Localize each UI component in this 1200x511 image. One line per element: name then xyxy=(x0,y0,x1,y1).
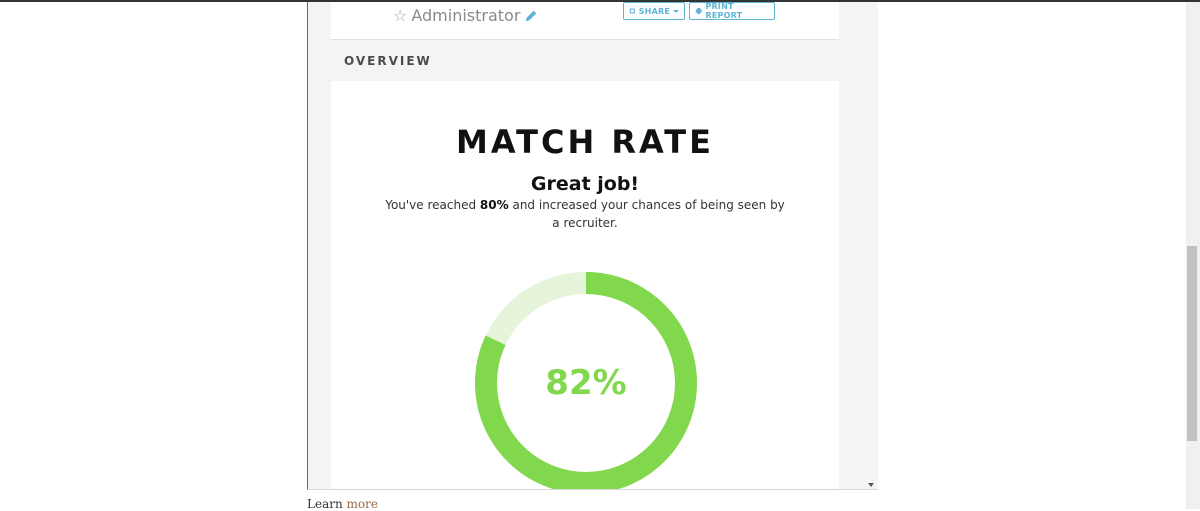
desc-prefix: You've reached xyxy=(385,198,480,212)
desc-bold: 80% xyxy=(479,198,509,212)
star-icon[interactable]: ☆ xyxy=(393,6,407,25)
profile-header: ☆ Administrator SHARE PRINT REPORT xyxy=(331,2,839,40)
overview-heading: OVERVIEW xyxy=(344,54,432,68)
print-report-button[interactable]: PRINT REPORT xyxy=(689,2,775,20)
match-rate-card: MATCH RATE Great job! You've reached 80%… xyxy=(331,81,839,489)
scroll-down-arrow[interactable] xyxy=(868,483,874,487)
share-button[interactable]: SHARE xyxy=(623,2,685,20)
match-rate-gauge: 82% xyxy=(474,271,698,489)
headline: Great job! xyxy=(530,173,640,195)
role-row: ☆ Administrator xyxy=(393,6,538,25)
pencil-icon[interactable] xyxy=(524,9,538,23)
role-label: Administrator xyxy=(411,6,521,25)
caret-down-icon xyxy=(673,9,679,13)
share-label: SHARE xyxy=(638,6,670,16)
report-frame: ☆ Administrator SHARE PRINT REPORT OVERV… xyxy=(307,2,878,490)
match-description: You've reached 80% and increased your ch… xyxy=(385,196,785,232)
print-label: PRINT REPORT xyxy=(705,2,743,20)
page-scrollbar[interactable] xyxy=(1186,2,1200,509)
scrollbar-thumb[interactable] xyxy=(1187,246,1197,441)
match-percent: 82% xyxy=(545,363,627,403)
share-icon xyxy=(629,8,635,14)
printer-icon xyxy=(695,8,702,14)
desc-suffix: and increased your chances of being seen… xyxy=(508,198,785,230)
match-rate-title: MATCH RATE xyxy=(456,123,714,161)
